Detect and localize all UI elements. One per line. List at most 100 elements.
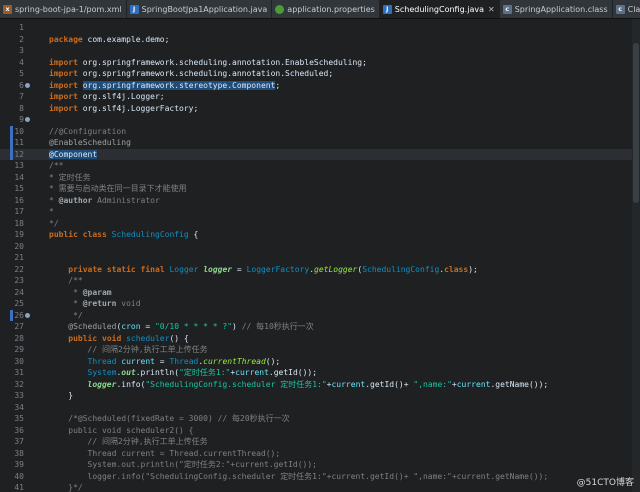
code-line[interactable]: 23 /** xyxy=(0,275,640,287)
code-line[interactable]: 39 System.out.println("定时任务2:"+current.g… xyxy=(0,459,640,471)
code-line[interactable]: 27 @Scheduled(cron = "0/10 * * * * ?") /… xyxy=(0,321,640,333)
code-token: org.springframework.scheduling.annotatio… xyxy=(77,57,367,67)
code-line[interactable]: 4 import org.springframework.scheduling.a… xyxy=(0,57,640,69)
gutter-annotation-icon[interactable] xyxy=(25,312,30,318)
code-line[interactable]: 36 public void scheduler2() { xyxy=(0,425,640,437)
line-number: 30 xyxy=(14,356,24,366)
code-line[interactable]: 2 package com.example.demo; xyxy=(0,34,640,46)
code-text: System.out.println("定时任务2:"+current.getI… xyxy=(49,459,317,471)
code-line[interactable]: 20 xyxy=(0,241,640,253)
code-line[interactable]: 33 } xyxy=(0,390,640,402)
line-number: 28 xyxy=(14,333,24,343)
code-line[interactable]: 1 xyxy=(0,22,640,34)
code-token: * xyxy=(49,195,59,205)
line-number: 25 xyxy=(14,299,24,308)
code-text: import org.springframework.stereotype.Co… xyxy=(49,80,280,92)
code-line[interactable]: 35 /*@Scheduled(fixedRate = 3000) // 每20… xyxy=(0,413,640,425)
code-token: current xyxy=(456,379,491,389)
code-token: current xyxy=(235,368,269,377)
code-line[interactable]: 37 // 间隔2分钟,执行工单上传任务 xyxy=(0,436,640,448)
code-text: * 定时任务 xyxy=(49,172,91,184)
code-token: org.springframework.scheduling.annotatio… xyxy=(77,69,334,78)
tab-3[interactable]: J SchedulingConfig.java ✕ xyxy=(379,0,500,18)
code-line[interactable]: 14 * 定时任务 xyxy=(0,172,640,184)
scrollbar-thumb[interactable] xyxy=(633,43,639,203)
code-text: * 需要与启动类在同一目录下才能使用 xyxy=(49,183,187,195)
code-line[interactable]: 5 import org.springframework.scheduling.a… xyxy=(0,68,640,80)
gutter-annotation-icon[interactable] xyxy=(25,117,30,122)
code-editor[interactable]: 1 2 package com.example.demo; 3 4 import org.… xyxy=(0,19,640,492)
code-line[interactable]: 32 logger.info("SchedulingConfig.schedul… xyxy=(0,379,640,391)
code-line[interactable]: 10//@Configuration xyxy=(0,125,640,137)
code-line[interactable]: 29 // 间隔2分钟,执行工单上传任务 xyxy=(0,344,640,356)
gutter-annotation-icon[interactable] xyxy=(25,82,30,88)
code-token: ",name:" xyxy=(413,379,452,389)
code-text: */ xyxy=(49,310,83,322)
code-token: void xyxy=(116,299,141,308)
line-number: 24 xyxy=(14,287,24,297)
code-token: //@Configuration xyxy=(49,126,127,136)
code-token: .println( xyxy=(135,368,180,377)
code-line[interactable]: 11 @EnableScheduling xyxy=(0,137,640,149)
code-line[interactable]: 21 xyxy=(0,252,640,264)
code-line[interactable]: 41 }*/ xyxy=(0,482,640,492)
line-number: 2 xyxy=(19,34,24,44)
code-line[interactable]: 24 * @param xyxy=(0,287,640,299)
code-token: import xyxy=(49,57,78,67)
code-token: org.slf4j.Logger; xyxy=(77,92,165,101)
code-line[interactable]: 17 * xyxy=(0,206,640,218)
code-line[interactable]: 31 System.out.println("定时任务1:"+current.g… xyxy=(0,367,640,379)
code-token: com.example.demo; xyxy=(82,34,170,44)
line-number: 18 xyxy=(14,218,24,228)
code-token: = xyxy=(154,356,170,366)
code-line[interactable]: 19 public class SchedulingConfig { xyxy=(0,229,640,241)
code-line[interactable]: 34 xyxy=(0,402,640,414)
code-line[interactable]: 28 public void scheduler() { xyxy=(0,333,640,345)
code-line[interactable]: 25 * @return void xyxy=(0,298,640,310)
vertical-scrollbar[interactable] xyxy=(632,19,640,492)
code-line[interactable]: 16 * @author Administrator xyxy=(0,195,640,207)
code-line[interactable]: 12 @Component xyxy=(0,148,640,161)
code-token: = xyxy=(140,322,155,331)
code-text: logger.info("SchedulingConfig.scheduler … xyxy=(49,379,549,391)
tab-1[interactable]: J SpringBootJpa1Application.java xyxy=(127,0,273,18)
code-line[interactable]: 40 logger.info("SchedulingConfig.schedul… xyxy=(0,471,640,483)
code-text: /** xyxy=(49,160,63,172)
code-line[interactable]: 38 Thread current = Thread.currentThread… xyxy=(0,448,640,460)
tab-label: SpringApplication.class xyxy=(514,4,608,14)
tab-2[interactable]: application.properties xyxy=(272,0,380,18)
code-token: ; xyxy=(275,80,281,90)
ide-window: x spring-boot-jpa-1/pom.xml J SpringBootJpa… xyxy=(0,0,640,492)
code-text: }*/ xyxy=(49,482,82,492)
code-text: @Component xyxy=(49,149,98,161)
code-token: @EnableScheduling xyxy=(49,138,131,147)
code-token: } xyxy=(49,391,74,400)
code-line[interactable]: 9 xyxy=(0,114,640,126)
tab-5[interactable]: cClass.cla xyxy=(613,0,640,18)
line-number: 34 xyxy=(14,402,24,412)
close-icon[interactable]: ✕ xyxy=(488,5,495,14)
code-line[interactable]: 15 * 需要与启动类在同一目录下才能使用 xyxy=(0,183,640,195)
code-line[interactable]: 22 private static final Logger logger = … xyxy=(0,264,640,276)
code-line[interactable]: 18 */ xyxy=(0,218,640,230)
code-line[interactable]: 13 /** xyxy=(0,160,640,172)
code-line[interactable]: 7 import org.slf4j.Logger; xyxy=(0,91,640,103)
code-token: SchedulingConfig xyxy=(362,264,440,274)
code-line[interactable]: 26 */ xyxy=(0,309,640,322)
tab-0[interactable]: x spring-boot-jpa-1/pom.xml xyxy=(0,0,127,18)
code-line[interactable]: 3 xyxy=(0,45,640,57)
tab-4[interactable]: c SpringApplication.class xyxy=(500,0,613,18)
line-number: 1 xyxy=(19,23,24,32)
code-token: * xyxy=(49,207,54,216)
code-line[interactable]: 8 import org.slf4j.LoggerFactory; xyxy=(0,103,640,115)
change-marker xyxy=(10,125,13,137)
code-token: // 间隔2分钟,执行工单上传任务 xyxy=(49,345,208,354)
code-line[interactable]: 6 import org.springframework.stereotype.C… xyxy=(0,80,640,92)
line-number: 38 xyxy=(14,448,24,458)
code-token: private xyxy=(68,264,102,274)
line-number: 15 xyxy=(14,184,24,193)
code-token: import xyxy=(49,80,78,90)
code-line[interactable]: 30 Thread current = Thread.currentThread… xyxy=(0,356,640,368)
